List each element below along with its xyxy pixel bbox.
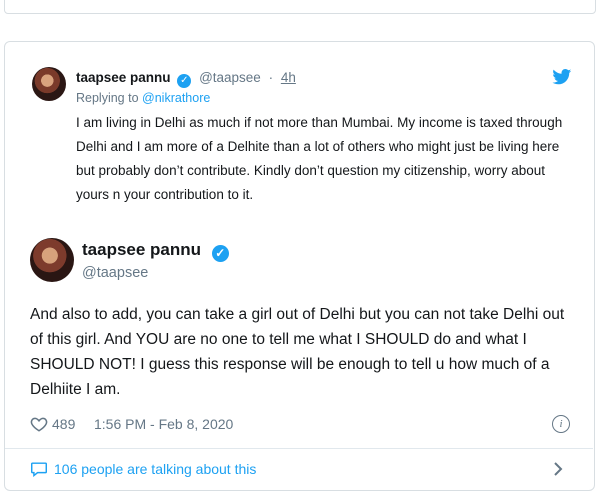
- author-handle[interactable]: @taapsee: [82, 265, 148, 281]
- quoted-author-name[interactable]: taapsee pannu: [76, 70, 171, 85]
- quoted-time[interactable]: 4h: [281, 70, 296, 85]
- previous-embed-card: [4, 0, 596, 14]
- quoted-header: taapsee pannu ✓ @taapsee · 4h: [76, 70, 296, 88]
- author-name-row[interactable]: taapsee pannu ✓: [82, 240, 229, 262]
- heart-icon[interactable]: [30, 415, 48, 433]
- quoted-author-handle[interactable]: @taapsee: [199, 70, 261, 85]
- tweet-timestamp[interactable]: 1:56 PM - Feb 8, 2020: [94, 416, 233, 432]
- chevron-right-icon[interactable]: [552, 461, 564, 477]
- talking-count-label[interactable]: 106 people are talking about this: [54, 461, 256, 477]
- conversation-link[interactable]: 106 people are talking about this: [30, 460, 574, 480]
- verified-badge-icon: ✓: [211, 245, 229, 262]
- author-avatar[interactable]: [30, 238, 74, 282]
- tweet-text: And also to add, you can take a girl out…: [30, 306, 565, 398]
- speech-bubble-icon: [31, 462, 47, 477]
- replying-prefix: Replying to: [76, 91, 139, 105]
- divider: [5, 448, 593, 449]
- verified-badge-icon: ✓: [177, 74, 192, 88]
- info-icon[interactable]: i: [552, 415, 570, 433]
- replying-to: Replying to @nikrathore: [76, 91, 210, 105]
- twitter-bird-icon[interactable]: [552, 69, 572, 85]
- dot-separator: ·: [268, 70, 274, 85]
- tweet-meta: 489 1:56 PM - Feb 8, 2020 i: [30, 415, 574, 435]
- author-name[interactable]: taapsee pannu: [82, 240, 201, 259]
- quoted-tweet-text: I am living in Delhi as much if not more…: [76, 115, 563, 202]
- quoted-avatar[interactable]: [32, 67, 66, 101]
- like-count[interactable]: 489: [52, 416, 75, 432]
- replying-to-link[interactable]: @nikrathore: [142, 91, 210, 105]
